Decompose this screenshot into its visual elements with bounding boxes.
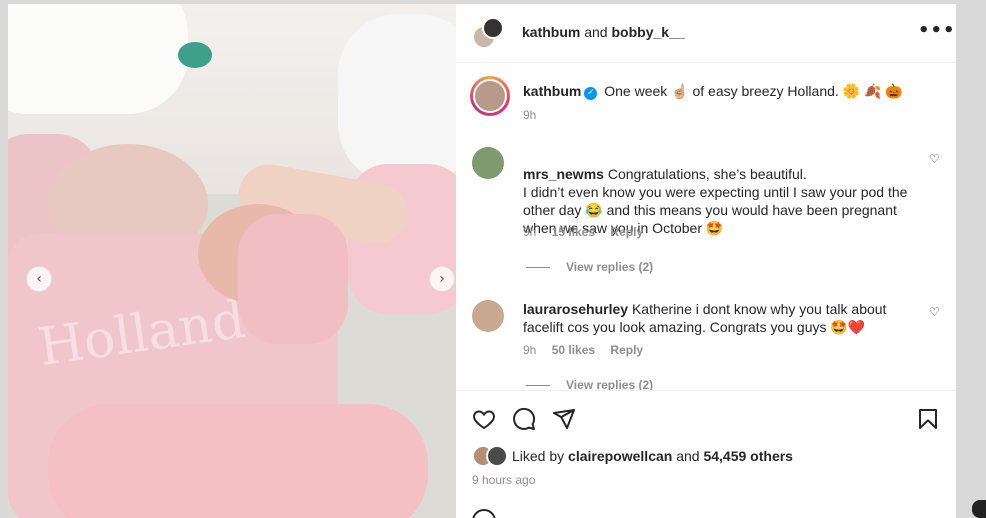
likes-and: and — [676, 448, 700, 464]
avatar[interactable] — [472, 147, 504, 179]
chevron-right-icon[interactable]: › — [429, 266, 455, 292]
chevron-left-icon[interactable]: ‹ — [26, 266, 52, 292]
view-replies-button[interactable]: View replies (2) — [526, 260, 653, 274]
bookmark-icon[interactable] — [914, 405, 942, 433]
comment-time: 9h — [523, 225, 537, 239]
caption-time: 9h — [523, 108, 537, 122]
comment-username[interactable]: mrs_newms — [523, 166, 604, 182]
comment-like-icon[interactable]: ♡ — [929, 152, 940, 166]
comment: laurarosehurley Katherine i dont know wh… — [523, 300, 923, 336]
more-options-icon[interactable]: ••• — [918, 20, 956, 41]
avatar[interactable] — [472, 300, 504, 332]
post-panel: kathbum and bobby_k__ ••• kathbum ✓ One w… — [456, 4, 956, 518]
comment-username[interactable]: laurarosehurley — [523, 301, 628, 317]
caption: kathbum ✓ One week ☝🏼 of easy breezy Holl… — [523, 82, 923, 100]
caption-text: One week ☝🏼 of easy breezy Holland. 🌼 🍂 … — [604, 83, 903, 99]
comment-meta: 9h 50 likes Reply — [523, 343, 655, 357]
scrollbar-handle[interactable] — [972, 500, 986, 518]
post-actions: Liked by clairepowellcan and 54,459 othe… — [456, 390, 956, 518]
likes-prefix: Liked by — [512, 448, 565, 464]
comment-likes[interactable]: 15 likes — [552, 225, 595, 239]
post-header: kathbum and bobby_k__ ••• — [456, 4, 956, 63]
heart-icon[interactable] — [470, 405, 498, 433]
comment-time: 9h — [523, 343, 537, 357]
coauthor-link[interactable]: bobby_k__ — [611, 24, 684, 40]
comment-likes[interactable]: 50 likes — [552, 343, 595, 357]
likes-count[interactable]: 54,459 others — [703, 448, 793, 464]
author-conjunction: and — [584, 24, 608, 40]
comment: mrs_newms Congratulations, she’s beautif… — [523, 147, 923, 237]
reply-button[interactable]: Reply — [610, 343, 643, 357]
comment-icon[interactable] — [510, 405, 538, 433]
caption-username[interactable]: kathbum — [523, 83, 581, 99]
author-link[interactable]: kathbum — [522, 24, 580, 40]
share-icon[interactable] — [550, 405, 578, 433]
liker-username[interactable]: clairepowellcan — [568, 448, 672, 464]
comment-like-icon[interactable]: ♡ — [929, 305, 940, 319]
comment-meta: 9h 15 likes Reply — [523, 225, 655, 239]
post-timestamp: 9 hours ago — [472, 473, 536, 487]
avatar[interactable] — [472, 17, 504, 49]
post-photo: Holland ‹ › — [8, 4, 456, 518]
reply-button[interactable]: Reply — [610, 225, 643, 239]
liker-avatars — [472, 445, 512, 467]
emoji-icon[interactable] — [472, 509, 496, 518]
verified-badge-icon: ✓ — [584, 87, 598, 100]
avatar[interactable] — [470, 76, 510, 116]
post-authors: kathbum and bobby_k__ — [522, 24, 685, 40]
comments-section: kathbum ✓ One week ☝🏼 of easy breezy Holl… — [456, 63, 956, 391]
